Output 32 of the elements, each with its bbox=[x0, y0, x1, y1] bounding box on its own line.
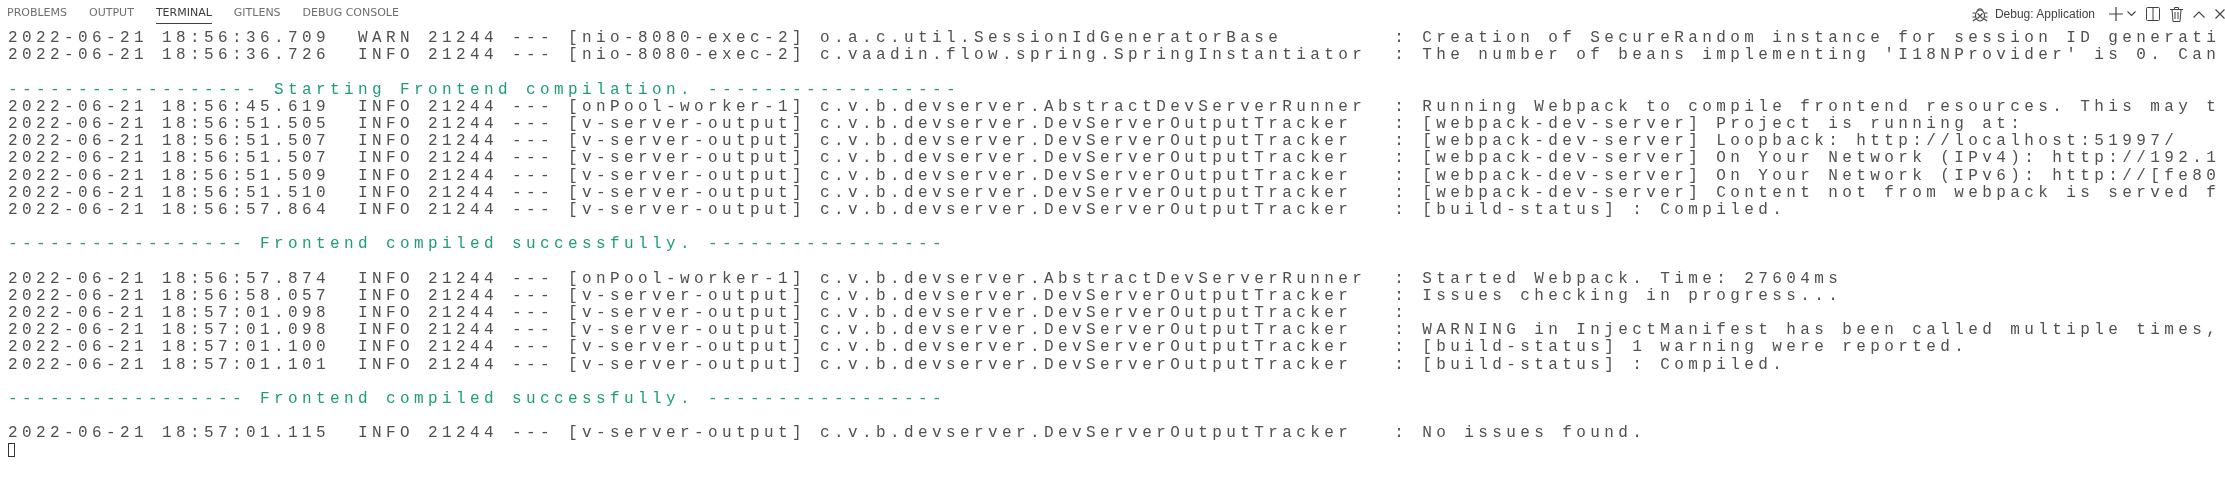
panel-tab[interactable]: OUTPUT bbox=[89, 0, 134, 24]
build-status-text: ----------------- Frontend compiled successfully. ----------------- bbox=[8, 389, 947, 408]
panel-tab[interactable]: GITLENS bbox=[233, 0, 281, 24]
log-line: 2022-06-21 18:57:01.100 INFO 21244 --- [v-server-output] c.v.b.devserver.DevServerOutputTracker : [build-status] 1 warning were reported. bbox=[8, 338, 1969, 356]
terminal-cursor bbox=[8, 443, 15, 458]
build-status-text: ------------------ Starting Frontend compilation. ------------------ bbox=[8, 80, 961, 98]
trash-icon[interactable] bbox=[2170, 6, 2183, 22]
log-line: 2022-06-21 18:56:51.507 INFO 21244 --- [v-server-output] c.v.b.devserver.DevServerOutputTracker : [webpack-dev-server] On Your Network (IPv4): http://192.1 bbox=[8, 149, 2221, 167]
log-line: 2022-06-21 18:57:01.098 INFO 21244 --- [v-server-output] c.v.b.devserver.DevServerOutputTracker : bbox=[8, 304, 1409, 322]
log-line: 2022-06-21 18:56:36.726 INFO 21244 --- [nio-8080-exec-2] c.vaadin.flow.spring.SpringInstantiator : The number of beans implementing 'I18NProvider' is 0. Can bbox=[8, 46, 2221, 64]
log-line: 2022-06-21 18:56:57.874 INFO 21244 --- [onPool-worker-1] c.v.b.devserver.AbstractDevServerRunner : Started Webpack. Time: 27604ms bbox=[8, 269, 1843, 287]
log-line: 2022-06-21 18:56:51.510 INFO 21244 --- [v-server-output] c.v.b.devserver.DevServerOutputTracker : [webpack-dev-server] Content not from webpack is served f bbox=[8, 183, 2221, 201]
build-status-text: ----------------- Frontend compiled successfully. ----------------- bbox=[8, 235, 947, 253]
debug-session-label[interactable]: Debug: Application bbox=[1994, 7, 2095, 21]
log-line: 2022-06-21 18:56:51.505 INFO 21244 --- [v-server-output] c.v.b.devserver.DevServerOutputTracker : [webpack-dev-server] Project is running at: bbox=[8, 114, 2025, 133]
log-line: 2022-06-21 18:57:01.098 INFO 21244 --- [v-server-output] c.v.b.devserver.DevServerOutputTracker : WARNING in InjectManifest has been called multiple times, bbox=[8, 321, 2221, 339]
chevron-up-icon[interactable] bbox=[2193, 10, 2205, 18]
log-line: 2022-06-21 18:56:51.507 INFO 21244 --- [v-server-output] c.v.b.devserver.DevServerOutputTracker : [webpack-dev-server] Loopback: http://localhost:51997/ bbox=[8, 132, 2179, 150]
log-line: 2022-06-21 18:56:45.619 INFO 21244 --- [onPool-worker-1] c.v.b.devserver.AbstractDevServerRunner : Running Webpack to compile frontend resources. This may t bbox=[8, 97, 2221, 115]
log-line: 2022-06-21 18:56:58.057 INFO 21244 --- [v-server-output] c.v.b.devserver.DevServerOutputTracker : Issues checking in progress... bbox=[8, 286, 1843, 304]
log-line: 2022-06-21 18:56:51.509 INFO 21244 --- [v-server-output] c.v.b.devserver.DevServerOutputTracker : [webpack-dev-server] On Your Network (IPv6): http://[fe80 bbox=[8, 166, 2221, 184]
close-icon[interactable] bbox=[2215, 9, 2225, 19]
log-line: 2022-06-21 18:56:36.709 WARN 21244 --- [nio-8080-exec-2] o.a.c.util.SessionIdGeneratorBase : Creation of SecureRandom instance for session ID generati bbox=[8, 29, 2221, 47]
log-line: 2022-06-21 18:57:01.101 INFO 21244 --- [v-server-output] c.v.b.devserver.DevServerOutputTracker : [build-status] : Compiled. bbox=[8, 355, 1787, 373]
split-icon[interactable] bbox=[2146, 7, 2160, 21]
panel-tab[interactable]: TERMINAL bbox=[155, 0, 212, 24]
panel-tab[interactable]: PROBLEMS bbox=[7, 0, 68, 24]
panel-tab[interactable]: DEBUG CONSOLE bbox=[302, 0, 399, 24]
log-line: 2022-06-21 18:57:01.115 INFO 21244 --- [v-server-output] c.v.b.devserver.DevServerOutputTracker : No issues found. bbox=[8, 424, 1647, 442]
bug-icon[interactable] bbox=[1970, 5, 1989, 23]
chevron-down-icon[interactable] bbox=[2127, 11, 2136, 17]
log-line: 2022-06-21 18:56:57.864 INFO 21244 --- [v-server-output] c.v.b.devserver.DevServerOutputTracker : [build-status] : Compiled. bbox=[8, 200, 1787, 219]
